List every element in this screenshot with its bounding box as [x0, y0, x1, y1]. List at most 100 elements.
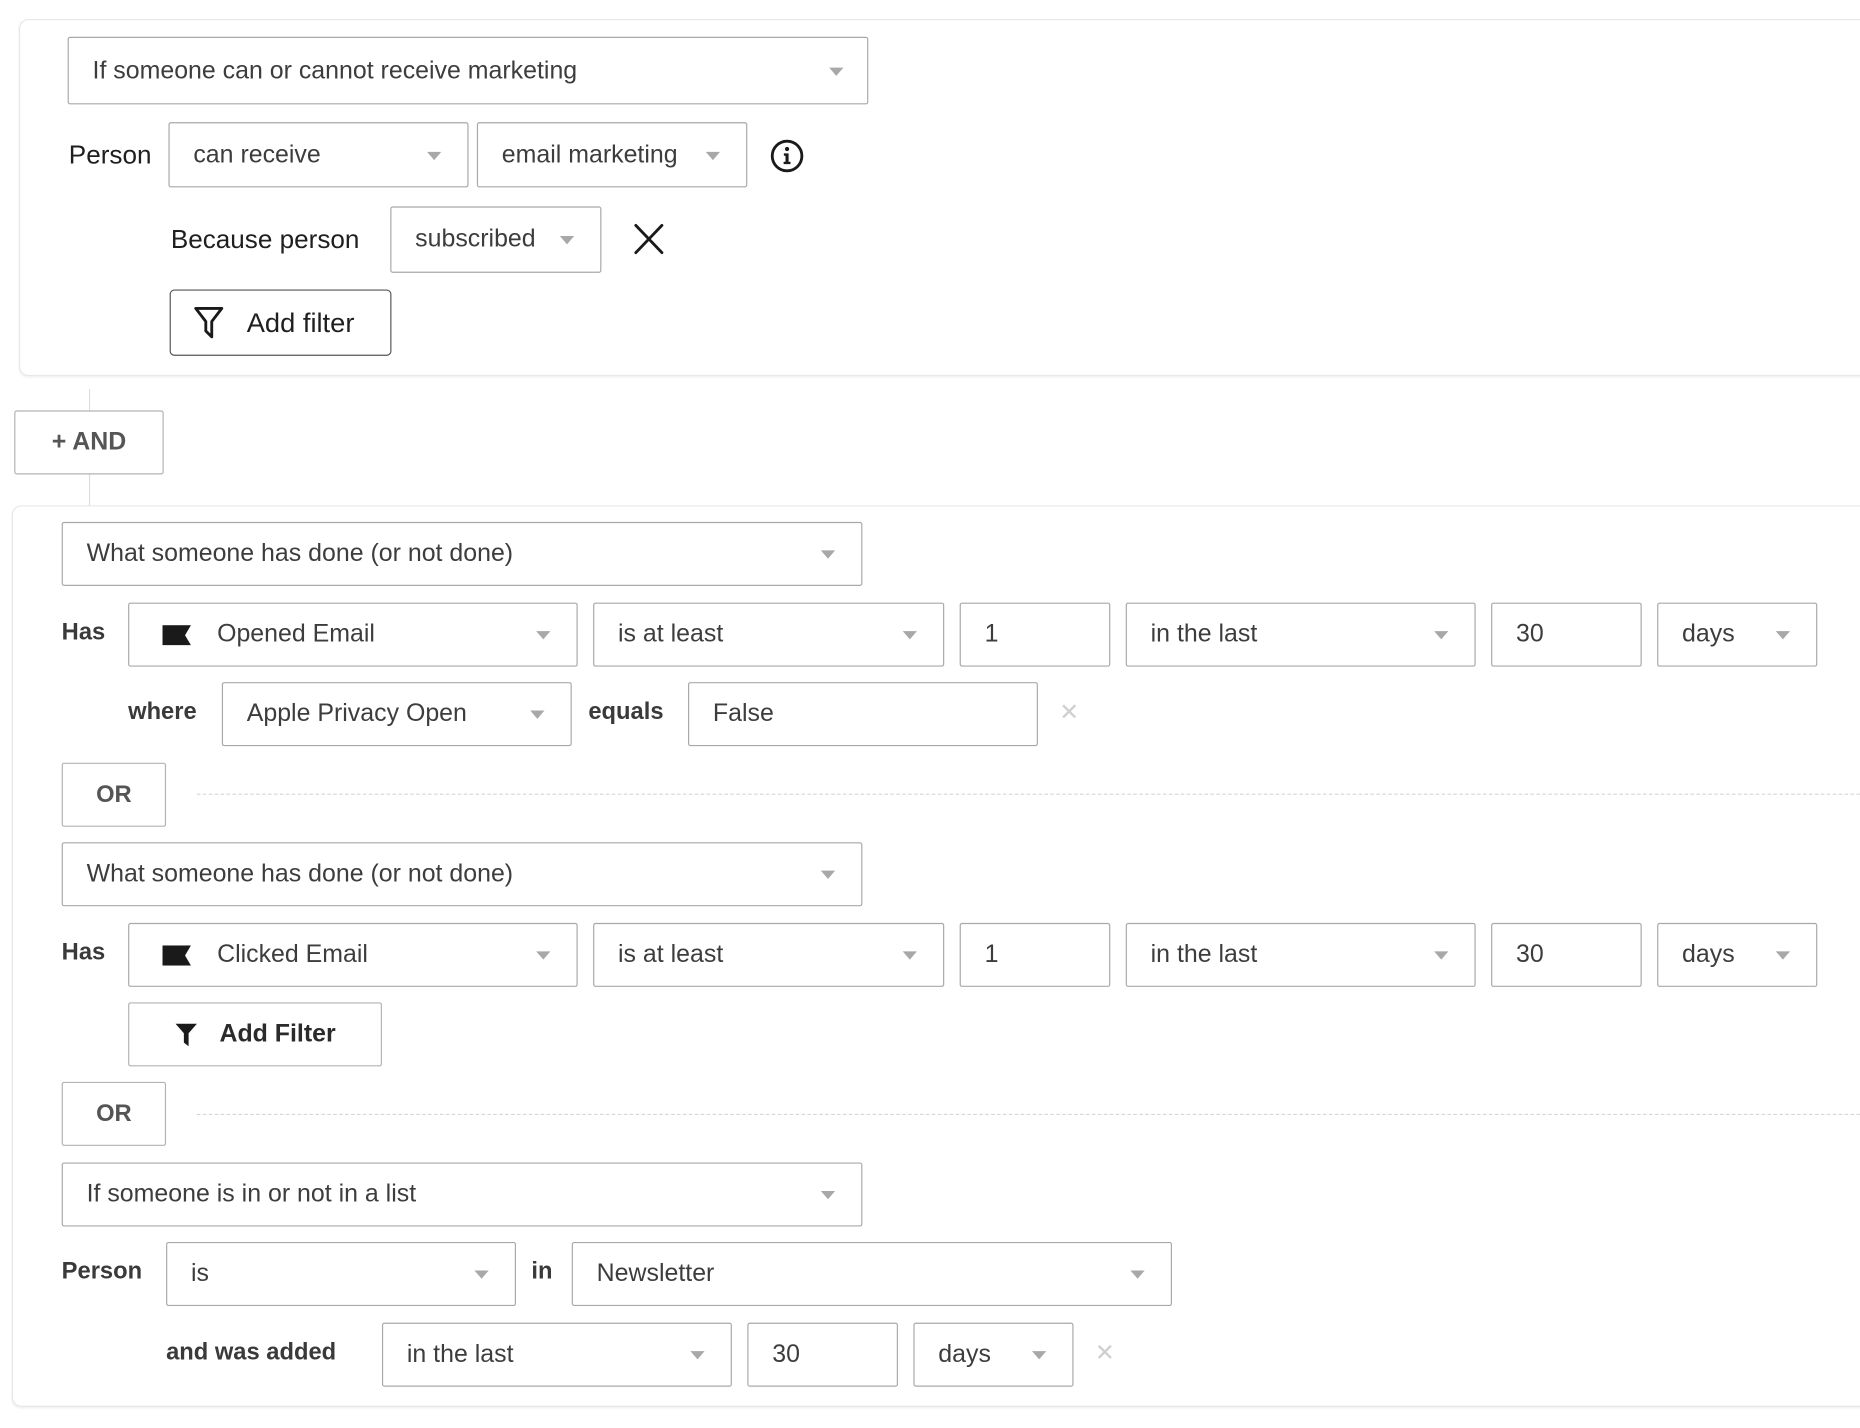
funnel-icon [175, 1023, 197, 1047]
membership-value: is [190, 1259, 209, 1288]
add-filter-label: Add filter [246, 306, 355, 338]
where-label: where [128, 698, 197, 725]
chevron-down-icon [1434, 951, 1449, 960]
chevron-down-icon [690, 1351, 705, 1360]
count-value: 1 [984, 620, 999, 648]
was-added-label: and was added [166, 1339, 337, 1366]
chevron-down-icon [902, 951, 917, 960]
channel-select[interactable]: email marketing [476, 122, 748, 188]
chevron-down-icon [820, 550, 836, 559]
chevron-down-icon [1130, 1270, 1145, 1279]
membership-select[interactable]: is [166, 1241, 517, 1307]
chevron-down-icon [536, 631, 551, 640]
condition-type-value: If someone is in or not in a list [86, 1180, 417, 1208]
time-unit-value: days [1682, 620, 1735, 648]
and-button[interactable]: + AND [14, 410, 164, 475]
chevron-down-icon [705, 151, 721, 160]
where-property-value: Apple Privacy Open [246, 699, 467, 728]
time-value-input[interactable]: 30 [1491, 922, 1642, 987]
count-input[interactable]: 1 [959, 922, 1111, 987]
remove-where-filter-icon[interactable]: ✕ [1059, 701, 1079, 725]
chevron-down-icon [427, 151, 442, 160]
chevron-down-icon [829, 67, 844, 76]
operator-select[interactable]: is at least [593, 922, 945, 987]
time-unit-value: days [938, 1340, 991, 1368]
metric-select[interactable]: Opened Email [128, 602, 578, 667]
add-filter-label: Add Filter [219, 1020, 336, 1048]
or-divider-line [196, 1113, 1860, 1116]
connector-line [88, 474, 91, 506]
equals-value: False [712, 699, 774, 728]
operator-value: is at least [618, 620, 724, 648]
time-unit-value: days [1682, 940, 1735, 968]
time-operator-value: in the last [406, 1340, 514, 1368]
chevron-down-icon [820, 1190, 836, 1200]
because-select[interactable]: subscribed [390, 206, 602, 273]
added-time-unit-select[interactable]: days [913, 1322, 1074, 1387]
added-time-value-input[interactable]: 30 [747, 1322, 898, 1387]
flag-icon [162, 944, 191, 965]
in-label: in [531, 1258, 553, 1285]
receive-status-value: can receive [193, 140, 321, 168]
time-unit-select[interactable]: days [1657, 602, 1818, 667]
because-value: subscribed [415, 225, 536, 253]
condition-3-type-select[interactable]: If someone is in or not in a list [61, 1162, 863, 1227]
time-value-input[interactable]: 30 [1491, 602, 1642, 667]
chevron-down-icon [820, 870, 836, 879]
where-property-select[interactable]: Apple Privacy Open [221, 682, 572, 747]
condition-type-value: What someone has done (or not done) [86, 539, 514, 568]
condition-1-type-select[interactable]: What someone has done (or not done) [61, 521, 863, 586]
operator-select[interactable]: is at least [593, 602, 945, 667]
equals-label: equals [588, 698, 664, 725]
metric-value: Opened Email [217, 620, 375, 648]
condition-2-type-select[interactable]: What someone has done (or not done) [61, 842, 863, 907]
time-operator-select[interactable]: in the last [1125, 602, 1476, 667]
remove-added-filter-icon[interactable]: ✕ [1095, 1342, 1115, 1366]
or-button[interactable]: OR [61, 1081, 167, 1146]
chevron-down-icon [559, 236, 575, 245]
count-input[interactable]: 1 [959, 602, 1111, 667]
because-person-label: Because person [170, 224, 360, 254]
or-label: OR [96, 781, 132, 808]
chevron-down-icon [902, 631, 917, 640]
flag-icon [162, 624, 191, 645]
funnel-icon [194, 306, 224, 339]
list-select[interactable]: Newsletter [571, 1241, 1172, 1307]
person-label: Person [61, 1258, 143, 1285]
condition-type-value: If someone can or cannot receive marketi… [92, 56, 578, 84]
chevron-down-icon [536, 951, 551, 960]
has-label: Has [61, 939, 106, 966]
person-label: Person [68, 139, 152, 170]
remove-because-icon[interactable] [633, 223, 664, 255]
chevron-down-icon [474, 1270, 489, 1279]
metric-select[interactable]: Clicked Email [128, 922, 578, 987]
or-label: OR [96, 1100, 132, 1127]
chevron-down-icon [1775, 631, 1791, 640]
time-operator-value: in the last [1150, 620, 1258, 648]
chevron-down-icon [1434, 631, 1449, 640]
has-label: Has [61, 619, 106, 646]
added-time-operator-select[interactable]: in the last [381, 1322, 732, 1387]
add-filter-button-2[interactable]: Add Filter [128, 1002, 382, 1067]
or-divider-line [196, 793, 1860, 795]
time-value: 30 [772, 1340, 800, 1368]
chevron-down-icon [1032, 1351, 1047, 1360]
time-operator-value: in the last [1150, 940, 1258, 968]
receive-status-select[interactable]: can receive [168, 122, 469, 188]
condition-type-value: What someone has done (or not done) [86, 860, 514, 888]
connector-line [88, 389, 91, 412]
add-filter-button[interactable]: Add filter [169, 289, 392, 356]
operator-value: is at least [618, 940, 724, 968]
or-button[interactable]: OR [61, 762, 167, 827]
time-unit-select[interactable]: days [1657, 922, 1818, 987]
condition-type-select[interactable]: If someone can or cannot receive marketi… [67, 36, 869, 105]
equals-value-input[interactable]: False [688, 682, 1038, 747]
metric-value: Clicked Email [217, 940, 368, 968]
count-value: 1 [984, 940, 999, 968]
and-button-label: + AND [51, 428, 127, 456]
channel-value: email marketing [501, 140, 678, 168]
list-value: Newsletter [596, 1259, 715, 1288]
time-operator-select[interactable]: in the last [1125, 922, 1476, 987]
chevron-down-icon [530, 710, 545, 719]
info-icon[interactable] [770, 139, 804, 173]
